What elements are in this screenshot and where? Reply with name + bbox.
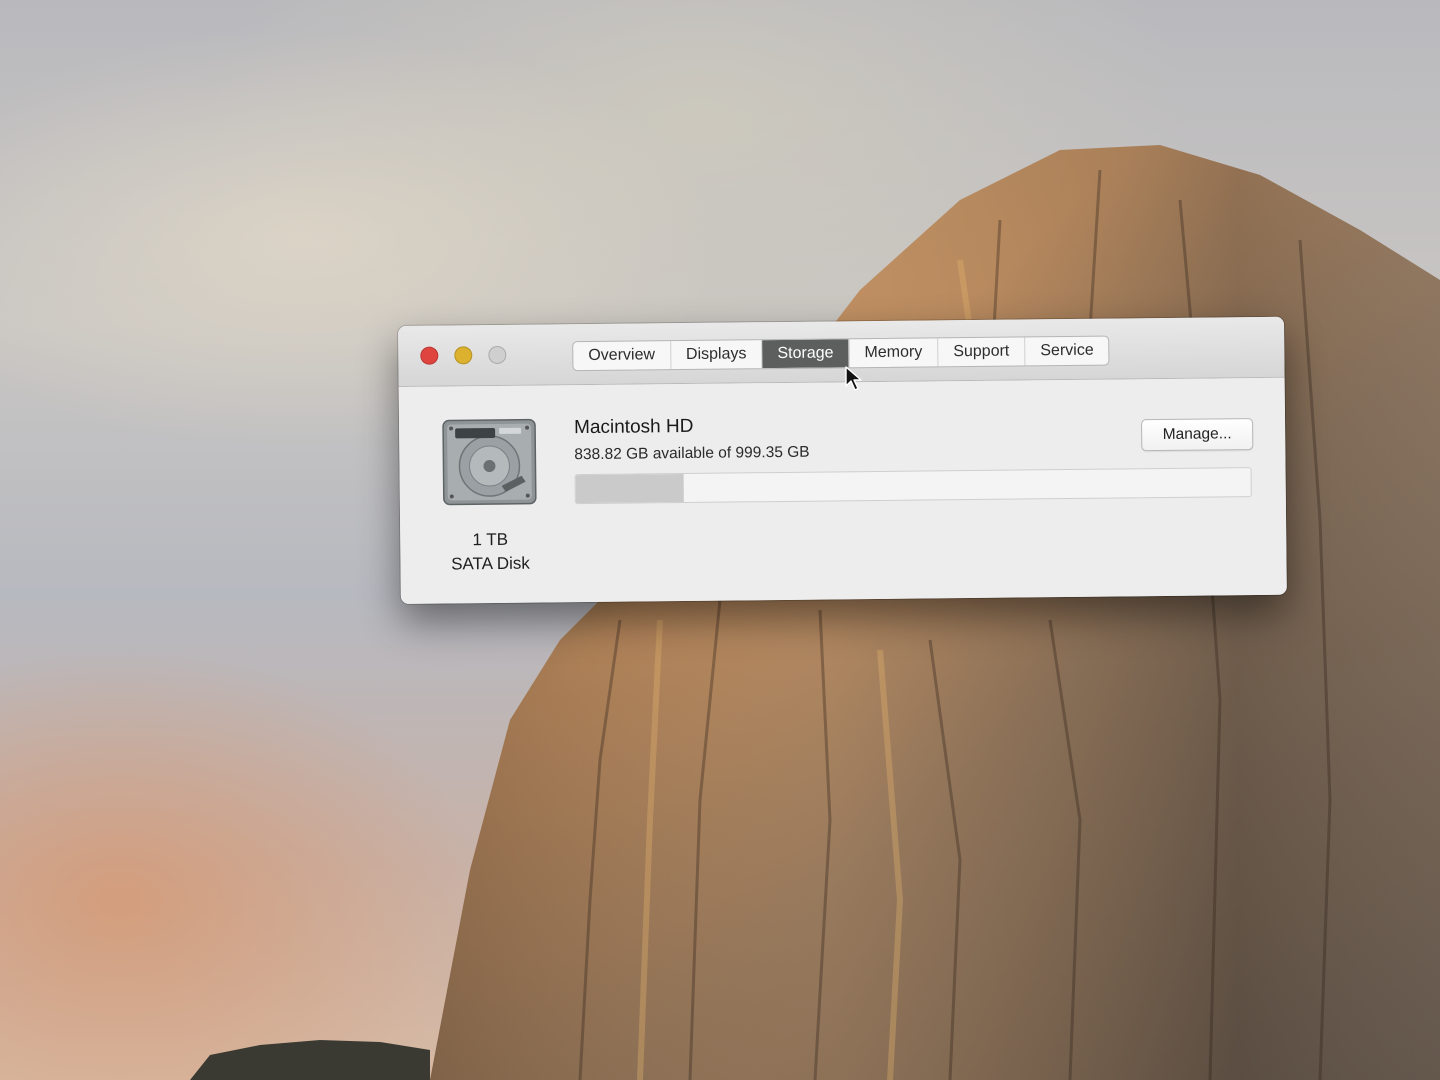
storage-panel: 1 TB SATA Disk Macintosh HD 838.82 GB av… <box>398 377 1287 604</box>
close-button[interactable] <box>420 346 439 365</box>
mouse-pointer-icon <box>845 366 862 391</box>
desktop: Overview Displays Storage Memory Support… <box>0 0 1440 1080</box>
storage-usage-bar <box>574 467 1252 505</box>
window-titlebar[interactable]: Overview Displays Storage Memory Support… <box>398 316 1285 387</box>
about-this-mac-window: Overview Displays Storage Memory Support… <box>398 316 1287 604</box>
tab-bar: Overview Displays Storage Memory Support… <box>572 335 1110 372</box>
manage-button[interactable]: Manage... <box>1141 418 1254 452</box>
minimize-button[interactable] <box>454 346 473 365</box>
hard-drive-icon <box>442 418 537 506</box>
tab-overview[interactable]: Overview <box>573 341 672 371</box>
tab-support[interactable]: Support <box>938 337 1026 367</box>
volume-capacity-info: 838.82 GB available of 999.35 GB <box>574 443 810 464</box>
disk-size-label: 1 TB <box>472 529 509 550</box>
disk-type-label: SATA Disk <box>451 553 530 574</box>
tab-storage[interactable]: Storage <box>762 339 850 369</box>
tab-displays[interactable]: Displays <box>670 340 763 370</box>
zoom-button <box>488 345 507 365</box>
volume-name: Macintosh HD <box>573 415 694 439</box>
storage-usage-fill <box>575 474 685 504</box>
tab-service[interactable]: Service <box>1025 337 1109 366</box>
tab-memory[interactable]: Memory <box>849 338 939 368</box>
